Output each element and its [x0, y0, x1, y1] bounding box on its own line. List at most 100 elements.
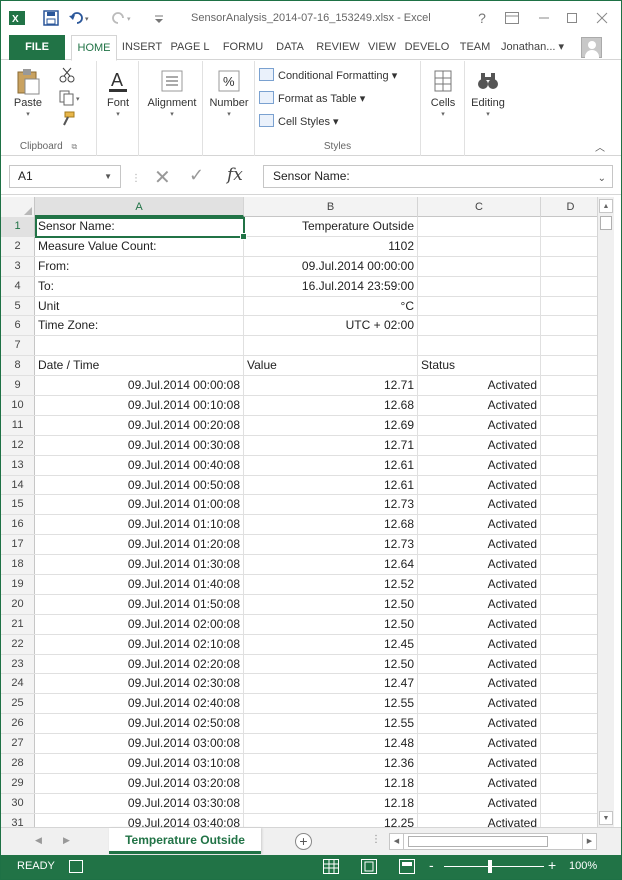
enter-icon[interactable]: ✓ [189, 165, 204, 186]
column-header-a[interactable]: A [35, 197, 244, 217]
cell-a[interactable]: 09.Jul.2014 00:10:08 [35, 396, 244, 415]
cell-d[interactable] [541, 217, 601, 236]
cell-c[interactable]: Activated [418, 515, 541, 535]
cell-d[interactable] [541, 674, 601, 694]
cell-c[interactable]: Activated [418, 535, 541, 555]
row-header[interactable]: 3 [1, 256, 35, 276]
cell-b[interactable]: 1102 [244, 236, 418, 256]
row-header[interactable]: 1 [1, 217, 35, 236]
cell-b[interactable]: 12.50 [244, 614, 418, 634]
row-header[interactable]: 17 [1, 535, 35, 555]
cells-button[interactable]: Cells ▾ [427, 69, 459, 118]
tab-home[interactable]: HOME [71, 35, 117, 61]
row-header[interactable]: 31 [1, 813, 35, 827]
cell-d[interactable] [541, 415, 601, 435]
cell-c[interactable]: Activated [418, 634, 541, 654]
tab-formulas[interactable]: FORMU [217, 35, 269, 60]
row-header[interactable]: 14 [1, 475, 35, 495]
zoom-slider[interactable] [444, 866, 544, 867]
column-header-c[interactable]: C [418, 197, 541, 217]
cell-a[interactable]: 09.Jul.2014 00:20:08 [35, 415, 244, 435]
cell-b[interactable]: 12.68 [244, 396, 418, 415]
cell-b[interactable]: 12.18 [244, 773, 418, 793]
cell-b[interactable]: 12.61 [244, 455, 418, 475]
conditional-formatting-button[interactable]: Conditional Formatting ▾ [259, 67, 397, 85]
cell-c[interactable]: Activated [418, 396, 541, 415]
cell-c[interactable]: Activated [418, 714, 541, 734]
row-header[interactable]: 8 [1, 356, 35, 376]
cell-a[interactable]: To: [35, 276, 244, 296]
cut-icon[interactable] [59, 67, 75, 86]
cell-a[interactable]: 09.Jul.2014 03:20:08 [35, 773, 244, 793]
minimize-icon[interactable] [535, 9, 553, 27]
cell-d[interactable] [541, 475, 601, 495]
horizontal-scrollbar[interactable]: ◀ ▶ [389, 833, 597, 850]
cell-b[interactable]: 12.50 [244, 594, 418, 614]
row-header[interactable]: 19 [1, 575, 35, 594]
cell-c[interactable]: Activated [418, 734, 541, 754]
cell-d[interactable] [541, 614, 601, 634]
cell-b[interactable]: °C [244, 296, 418, 316]
undo-icon[interactable]: ▾ [69, 10, 89, 26]
cell-d[interactable] [541, 793, 601, 813]
cell-a[interactable]: 09.Jul.2014 00:40:08 [35, 455, 244, 475]
cell-d[interactable] [541, 376, 601, 396]
zoom-slider-thumb[interactable] [488, 860, 492, 873]
cell-d[interactable] [541, 236, 601, 256]
chevron-down-icon[interactable]: ▼ [104, 166, 112, 187]
cell-d[interactable] [541, 714, 601, 734]
cell-d[interactable] [541, 455, 601, 475]
ribbon-display-options-icon[interactable] [503, 9, 521, 27]
cell-c[interactable]: Activated [418, 654, 541, 674]
cell-a[interactable]: 09.Jul.2014 01:30:08 [35, 555, 244, 575]
row-header[interactable]: 15 [1, 495, 35, 515]
insert-function-button[interactable]: fx [227, 165, 243, 185]
cell-d[interactable] [541, 555, 601, 575]
horizontal-scroll-thumb[interactable] [408, 836, 548, 847]
redo-icon[interactable]: ▾ [111, 10, 131, 26]
help-button[interactable]: ? [473, 9, 491, 27]
vertical-scrollbar[interactable]: ▲ ▼ [597, 197, 614, 827]
cell-a[interactable]: From: [35, 256, 244, 276]
cell-d[interactable] [541, 276, 601, 296]
cell-c[interactable] [418, 217, 541, 236]
row-header[interactable]: 29 [1, 773, 35, 793]
cell-c[interactable]: Activated [418, 594, 541, 614]
cell-b[interactable]: Temperature Outside [244, 217, 418, 236]
cell-c[interactable]: Activated [418, 614, 541, 634]
macro-recording-icon[interactable] [69, 860, 83, 873]
row-header[interactable]: 22 [1, 634, 35, 654]
cell-a[interactable]: Time Zone: [35, 316, 244, 336]
cell-b[interactable]: 12.55 [244, 714, 418, 734]
cell-c[interactable]: Activated [418, 793, 541, 813]
sheet-tab-temperature-outside[interactable]: Temperature Outside [109, 828, 261, 854]
format-as-table-button[interactable]: Format as Table ▾ [259, 90, 365, 108]
avatar[interactable] [581, 37, 602, 58]
customize-qat-icon[interactable] [151, 10, 167, 26]
editing-button[interactable]: Editing ▾ [469, 69, 507, 118]
row-header[interactable]: 7 [1, 336, 35, 356]
cell-c[interactable]: Status [418, 356, 541, 376]
cell-b[interactable]: 12.48 [244, 734, 418, 754]
row-header[interactable]: 27 [1, 734, 35, 754]
cell-d[interactable] [541, 336, 601, 356]
cell-c[interactable] [418, 276, 541, 296]
cell-b[interactable]: 12.45 [244, 634, 418, 654]
cell-c[interactable]: Activated [418, 376, 541, 396]
sheet-scroll-right-icon[interactable]: ▶ [63, 835, 70, 846]
cell-a[interactable]: 09.Jul.2014 02:30:08 [35, 674, 244, 694]
cell-a[interactable]: 09.Jul.2014 03:10:08 [35, 754, 244, 773]
cell-d[interactable] [541, 654, 601, 674]
cell-b[interactable]: 16.Jul.2014 23:59:00 [244, 276, 418, 296]
tab-page-layout[interactable]: PAGE L [167, 35, 213, 60]
row-header[interactable]: 10 [1, 396, 35, 415]
row-header[interactable]: 5 [1, 296, 35, 316]
row-header[interactable]: 16 [1, 515, 35, 535]
cell-d[interactable] [541, 575, 601, 594]
zoom-in-button[interactable]: + [548, 857, 556, 873]
cell-b[interactable]: Value [244, 356, 418, 376]
cell-d[interactable] [541, 813, 601, 827]
cell-b[interactable]: 12.18 [244, 793, 418, 813]
cell-b[interactable]: 12.64 [244, 555, 418, 575]
cell-a[interactable]: Measure Value Count: [35, 236, 244, 256]
